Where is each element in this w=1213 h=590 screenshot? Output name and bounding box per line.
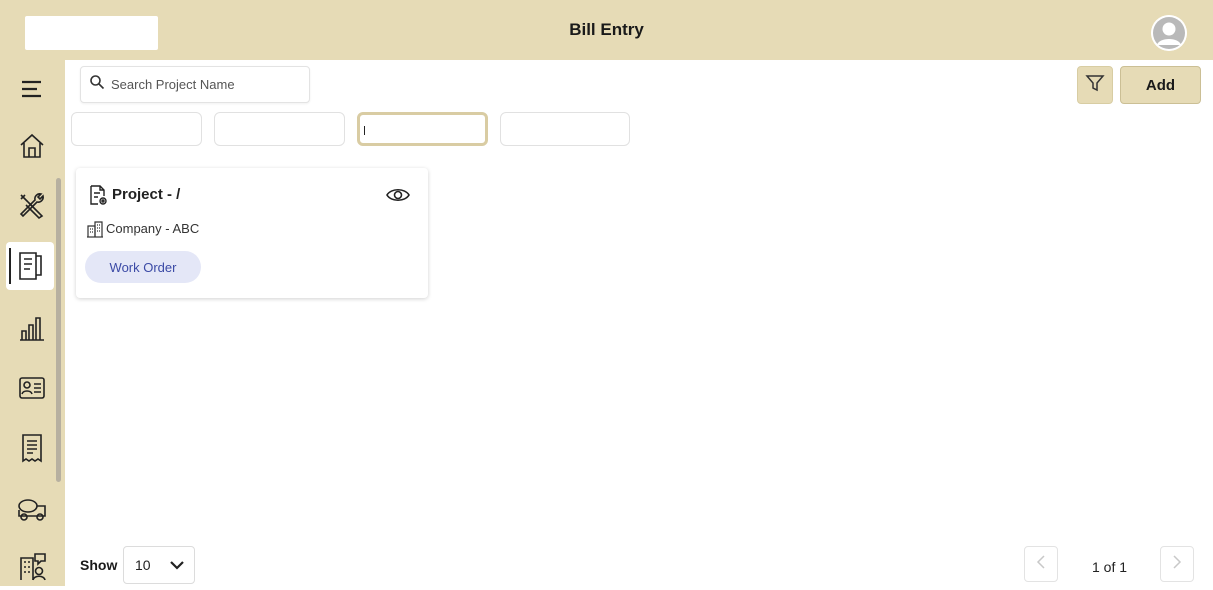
tools-icon[interactable] bbox=[8, 182, 56, 230]
tab-2[interactable] bbox=[214, 112, 345, 146]
tab-4[interactable] bbox=[500, 112, 630, 146]
tab-1[interactable] bbox=[71, 112, 202, 146]
project-card[interactable]: Project - / Company - ABC Work Order bbox=[76, 168, 428, 298]
sidebar-scrollbar[interactable] bbox=[56, 178, 61, 482]
filter-button[interactable] bbox=[1077, 66, 1113, 104]
next-page-button[interactable] bbox=[1160, 546, 1194, 582]
chevron-down-icon bbox=[169, 558, 185, 574]
top-bar: Bill Entry bbox=[0, 0, 1213, 60]
search-input[interactable] bbox=[111, 77, 301, 92]
bill-document-icon[interactable] bbox=[6, 242, 54, 290]
tab-3[interactable] bbox=[357, 112, 488, 146]
project-title: Project - / bbox=[112, 186, 181, 203]
user-avatar-icon[interactable] bbox=[1151, 15, 1187, 51]
page-size-value: 10 bbox=[135, 557, 151, 573]
document-settings-icon bbox=[88, 184, 108, 211]
concrete-mixer-icon[interactable] bbox=[8, 484, 56, 532]
filter-icon bbox=[1085, 73, 1105, 98]
page-info: 1 of 1 bbox=[1092, 559, 1128, 575]
eye-icon[interactable] bbox=[386, 186, 410, 209]
search-box[interactable] bbox=[80, 66, 310, 103]
company-name: Company - ABC bbox=[106, 221, 200, 236]
previous-page-button[interactable] bbox=[1024, 546, 1058, 582]
bar-chart-icon[interactable] bbox=[8, 304, 56, 352]
company-building-icon bbox=[86, 220, 104, 243]
sidebar bbox=[0, 60, 65, 586]
add-button[interactable]: Add bbox=[1120, 66, 1201, 104]
receipt-icon[interactable] bbox=[8, 424, 56, 472]
page-title: Bill Entry bbox=[569, 20, 644, 39]
menu-icon[interactable] bbox=[8, 65, 56, 113]
page-size-select[interactable]: 10 bbox=[123, 546, 195, 584]
work-order-badge[interactable]: Work Order bbox=[85, 251, 201, 283]
search-icon bbox=[89, 74, 105, 95]
chevron-left-icon bbox=[1036, 554, 1046, 575]
building-user-icon[interactable] bbox=[8, 542, 56, 590]
show-label: Show bbox=[80, 557, 118, 573]
home-icon[interactable] bbox=[8, 122, 56, 170]
id-card-icon[interactable] bbox=[8, 364, 56, 412]
chevron-right-icon bbox=[1172, 554, 1182, 575]
